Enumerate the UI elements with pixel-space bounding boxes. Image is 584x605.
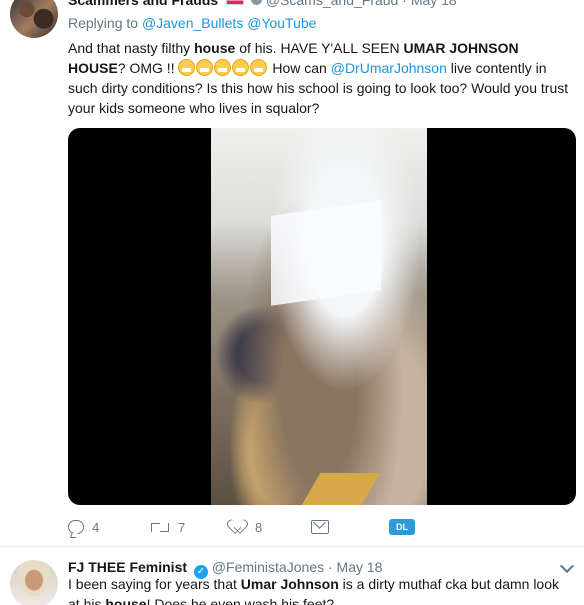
mask-emoji-icon: [196, 59, 214, 76]
video-player[interactable]: [68, 128, 576, 505]
like-button[interactable]: 8: [231, 516, 262, 538]
mask-emoji-icon: [232, 59, 250, 76]
replying-to-line: Replying to @Javen_Bullets @YouTube: [68, 15, 316, 31]
author-handle[interactable]: @Scams_and_Fraud: [266, 0, 399, 8]
download-button[interactable]: DL: [389, 516, 415, 538]
dl-badge: DL: [389, 519, 415, 535]
mention-link[interactable]: @Javen_Bullets: [142, 15, 243, 31]
tweet-text: And that nasty filthy house of his. HAVE…: [68, 40, 569, 116]
mention-link[interactable]: @DrUmarJohnson: [331, 60, 447, 76]
mask-emoji-icon: [250, 59, 268, 76]
tweet-header: Scammers and Frauds @Scams_and_Fraud · M…: [68, 0, 570, 8]
video-floor-box: [301, 473, 381, 505]
mask-emoji-icon: [214, 59, 232, 76]
mask-emoji-icon: [178, 59, 196, 76]
retweet-icon: [150, 520, 170, 534]
reply-icon: [68, 520, 84, 534]
replying-to-label: Replying to: [68, 15, 139, 31]
retweet-button[interactable]: 7: [150, 516, 185, 538]
reply-count: 4: [92, 519, 100, 535]
video-frame: [211, 128, 427, 505]
direct-message-icon: [311, 520, 329, 534]
avatar[interactable]: [10, 0, 58, 38]
author-name[interactable]: FJ THEE Feminist: [68, 559, 187, 575]
like-icon: [231, 519, 247, 535]
video-window-light: [271, 200, 381, 306]
like-count: 8: [255, 519, 263, 535]
tweet-feministajones[interactable]: FJ THEE Feminist ✓ @FeministaJones · May…: [0, 547, 584, 605]
reply-button[interactable]: 4: [68, 516, 99, 538]
tweet-date[interactable]: May 18: [337, 559, 383, 575]
tweet-actions: 4 7 8 DL: [68, 516, 468, 540]
tweet-date[interactable]: May 18: [411, 0, 457, 8]
globe-emoji-icon: [250, 0, 262, 5]
mention-link[interactable]: @YouTube: [247, 15, 316, 31]
author-handle[interactable]: @FeministaJones: [212, 559, 324, 575]
tweet-text: I been saying for years that Umar Johnso…: [68, 576, 559, 605]
direct-message-button[interactable]: [311, 516, 329, 538]
author-name[interactable]: Scammers and Frauds: [68, 0, 218, 8]
flag-emoji-icon: [226, 0, 245, 5]
avatar[interactable]: [10, 560, 58, 605]
tweet-scams-and-fraud[interactable]: Scammers and Frauds @Scams_and_Fraud · M…: [0, 0, 584, 547]
retweet-count: 7: [178, 519, 186, 535]
